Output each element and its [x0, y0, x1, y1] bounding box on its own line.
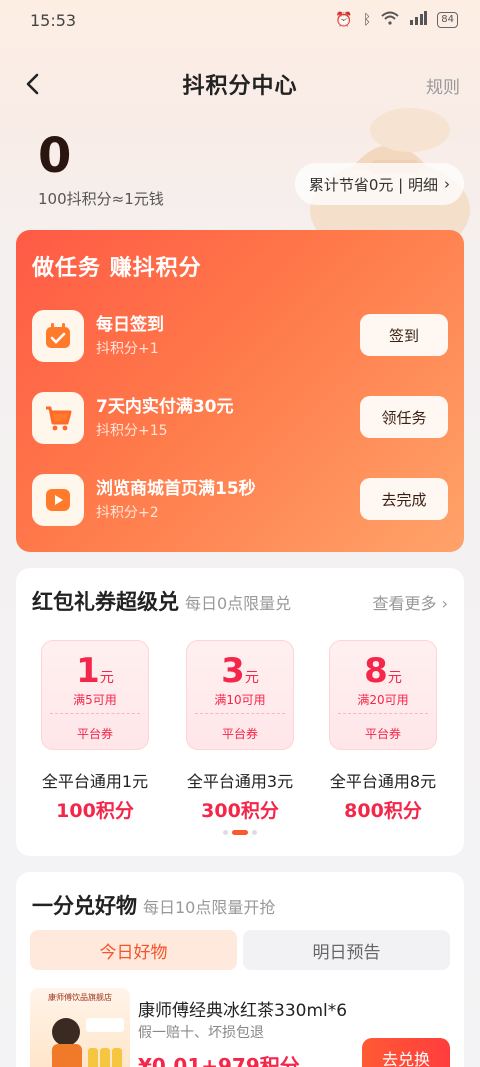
tab-tomorrow-preview[interactable]: 明日预告 [243, 930, 450, 970]
task-reward: 抖积分+15 [96, 423, 168, 439]
task-card: 做任务 赚抖积分 每日签到 抖积分+1 签到 7天内实付满30元 抖积分+15 … [16, 230, 464, 552]
coupon-amount: 8元 [330, 651, 436, 691]
coupon-condition: 满5可用 [73, 693, 117, 707]
coupon-condition: 满10可用 [214, 693, 266, 707]
carousel-dot [223, 830, 228, 835]
coupon-value: 1 [76, 651, 100, 691]
checkin-button[interactable]: 签到 [360, 314, 448, 356]
coupon-section-title: 红包礼券超级兑 [32, 590, 179, 614]
coupon-ticket: 8元 满20可用 平台券 [329, 640, 437, 750]
savings-label: 累计节省0元 | 明细 [308, 175, 438, 194]
carousel-dot [252, 830, 257, 835]
status-bar: 15:53 ⏰ ᛒ 84 [0, 0, 480, 40]
signal-icon [409, 11, 428, 29]
section-title: 一分兑好物 每日10点限量开抢 [32, 890, 275, 920]
task-reward: 抖积分+2 [96, 505, 159, 521]
carousel-dots [16, 830, 464, 835]
section-title: 红包礼券超级兑 每日0点限量兑 [32, 586, 291, 616]
coupon-divider [50, 713, 140, 714]
status-time: 15:53 [30, 10, 77, 30]
task-row: 浏览商城首页满15秒 抖积分+2 去完成 [16, 468, 464, 528]
coupon-condition: 满20可用 [357, 693, 409, 707]
product-name: 康师傅经典冰红茶330ml*6 [138, 1001, 348, 1021]
goods-card: 一分兑好物 每日10点限量开抢 今日好物 明日预告 康师傅饮品旗舰店 康师傅经典冰… [16, 872, 464, 1067]
coupon-unit: 元 [99, 670, 114, 686]
coupon-ticket: 3元 满10可用 平台券 [186, 640, 294, 750]
coupon-divider [338, 713, 428, 714]
coupon-unit: 元 [387, 670, 402, 686]
task-name: 浏览商城首页满15秒 [96, 479, 256, 499]
video-play-icon [32, 474, 84, 526]
savings-detail-button[interactable]: 累计节省0元 | 明细 › [294, 163, 464, 205]
wifi-icon [381, 11, 399, 29]
coupon-exchange-card: 红包礼券超级兑 每日0点限量兑 查看更多 › 1元 满5可用 平台券 全平台通用1… [16, 568, 464, 856]
complete-task-button[interactable]: 去完成 [360, 478, 448, 520]
product-image[interactable]: 康师傅饮品旗舰店 [30, 988, 130, 1067]
coupon-type: 平台券 [221, 727, 258, 741]
product-tags: 假一赔十、坏损包退 [138, 1025, 264, 1041]
shopping-cart-icon [32, 392, 84, 444]
coupon-name: 全平台通用1元 [41, 772, 149, 791]
coupon-item[interactable]: 8元 满20可用 平台券 全平台通用8元 800积分 [328, 640, 438, 823]
exchange-button[interactable]: 去兑换 [362, 1038, 450, 1067]
task-card-title: 做任务 赚抖积分 [32, 256, 202, 281]
tab-today-goods[interactable]: 今日好物 [30, 930, 237, 970]
coupon-name: 全平台通用8元 [329, 772, 437, 791]
coupon-cost: 100积分 [56, 800, 134, 822]
alarm-icon: ⏰ [335, 12, 353, 28]
coupon-divider [195, 713, 285, 714]
product-price: ¥0.01+979积分 [138, 1054, 300, 1067]
battery-icon: 84 [437, 12, 458, 28]
coupon-name: 全平台通用3元 [186, 772, 294, 791]
page-title: 抖积分中心 [182, 74, 298, 99]
goods-section-subtitle: 每日10点限量开抢 [143, 898, 276, 917]
task-reward: 抖积分+1 [96, 341, 159, 357]
coupon-amount: 1元 [42, 651, 148, 691]
goods-tabs: 今日好物 明日预告 [30, 930, 450, 970]
back-arrow-icon[interactable] [22, 72, 46, 96]
see-more-link[interactable]: 查看更多 › [373, 590, 449, 614]
chevron-right-icon: › [444, 175, 450, 193]
points-balance: 0 [38, 128, 72, 184]
coupon-value: 8 [364, 651, 388, 691]
points-rate: 100抖积分≈1元钱 [38, 190, 164, 208]
bluetooth-icon: ᛒ [362, 12, 372, 28]
coupon-cost: 300积分 [201, 800, 279, 822]
task-row: 7天内实付满30元 抖积分+15 领任务 [16, 386, 464, 446]
coupon-amount: 3元 [187, 651, 293, 691]
coupon-item[interactable]: 1元 满5可用 平台券 全平台通用1元 100积分 [40, 640, 150, 823]
coupon-value: 3 [221, 651, 245, 691]
task-name: 每日签到 [96, 315, 164, 335]
task-name: 7天内实付满30元 [96, 397, 234, 417]
coupon-cost: 800积分 [344, 800, 422, 822]
coupon-type: 平台券 [364, 727, 401, 741]
coupon-item[interactable]: 3元 满10可用 平台券 全平台通用3元 300积分 [185, 640, 295, 823]
coupon-unit: 元 [244, 670, 259, 686]
carousel-dot-active [232, 830, 248, 835]
rules-link[interactable]: 规则 [426, 73, 460, 98]
coupon-type: 平台券 [76, 727, 113, 741]
coupon-section-subtitle: 每日0点限量兑 [185, 594, 292, 613]
claim-task-button[interactable]: 领任务 [360, 396, 448, 438]
task-row: 每日签到 抖积分+1 签到 [16, 304, 464, 364]
goods-section-title: 一分兑好物 [32, 894, 137, 918]
status-icons: ⏰ ᛒ 84 [335, 11, 458, 29]
coupon-ticket: 1元 满5可用 平台券 [41, 640, 149, 750]
calendar-icon [32, 310, 84, 362]
